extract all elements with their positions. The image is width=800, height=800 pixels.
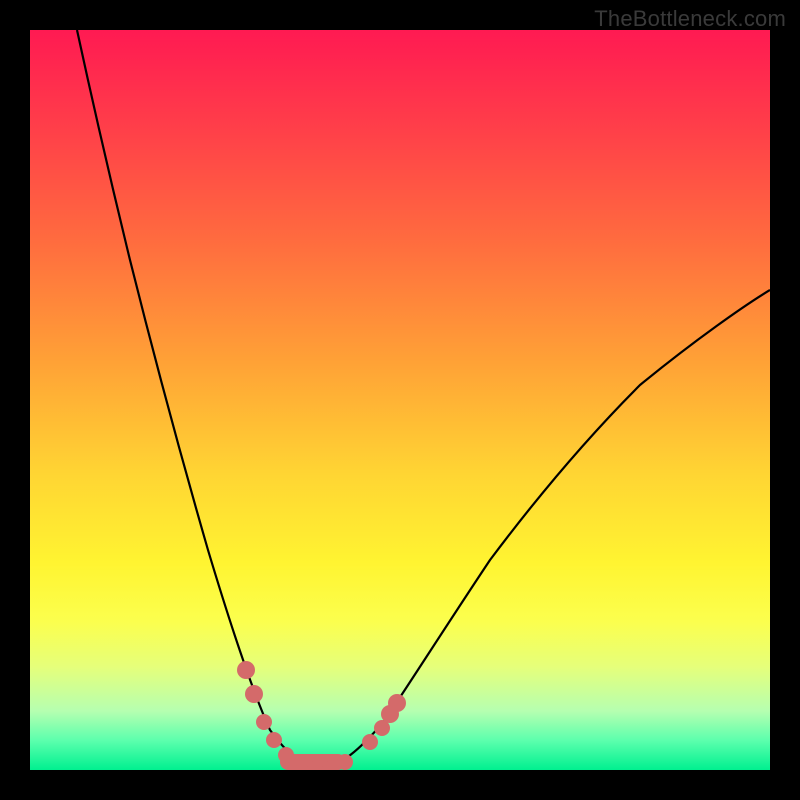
chart-frame: TheBottleneck.com [0,0,800,800]
watermark-text: TheBottleneck.com [594,6,786,32]
curve-left-branch [77,30,320,770]
marker-dot [256,714,272,730]
chart-svg [30,30,770,770]
marker-dot [278,747,294,763]
marker-dot [237,661,255,679]
marker-group [237,661,406,770]
marker-dot [266,732,282,748]
marker-dot [337,754,353,770]
marker-dot [245,685,263,703]
marker-dot [388,694,406,712]
curve-right-branch [320,290,770,770]
marker-dot [362,734,378,750]
chart-plot-area [30,30,770,770]
